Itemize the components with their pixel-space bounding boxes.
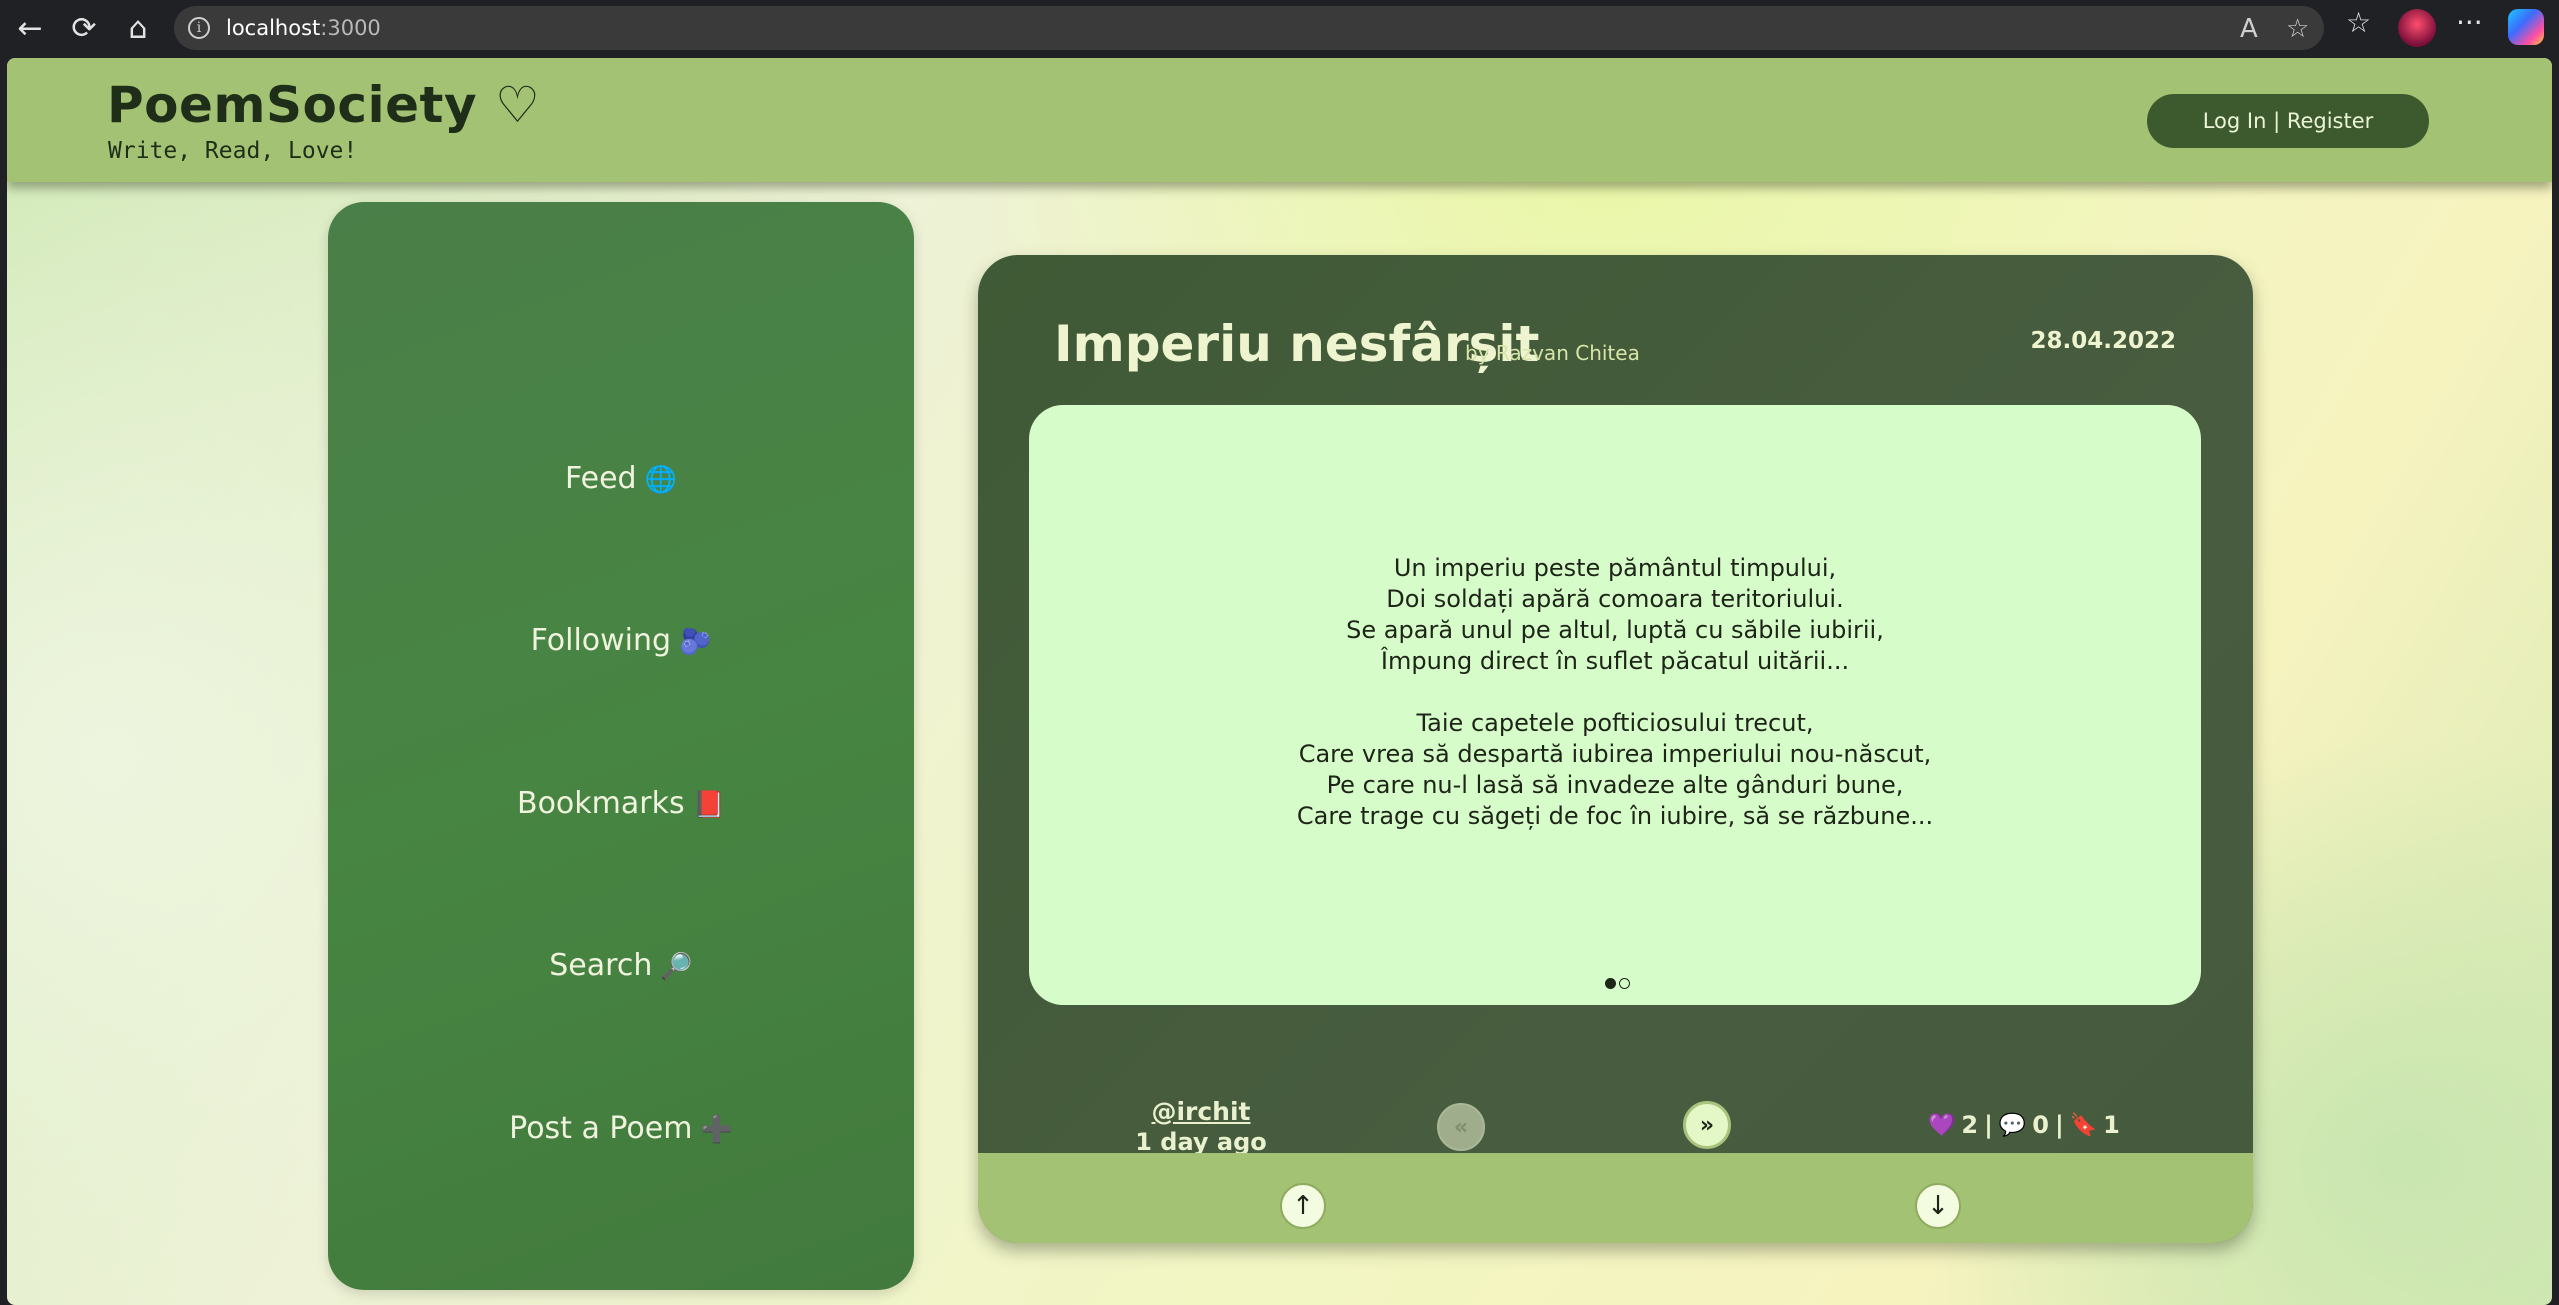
sidebar-item-feed[interactable]: Feed 🌐 [328, 461, 914, 496]
sidebar-item-label: Post a Poem [509, 1111, 693, 1146]
page-indicator [1605, 978, 1630, 989]
site-header: PoemSociety ♡ Write, Read, Love! Log In … [7, 58, 2552, 182]
sidebar-item-label: Bookmarks [517, 786, 685, 821]
poem-stats: 💜 2 | 💬 0 | 🔖 1 [1928, 1111, 2120, 1139]
browser-toolbar: ← ⟳ ⌂ i localhost:3000 A ☆ ☆ ··· [0, 0, 2559, 56]
sidebar-item-label: Feed [565, 461, 637, 496]
poem-text: Un imperiu peste pământul timpului, Doi … [1029, 553, 2201, 863]
blueberries-icon: 🫐 [679, 627, 712, 657]
heart-icon[interactable]: 💜 [1928, 1113, 1955, 1138]
likes-count: 2 [1961, 1111, 1979, 1139]
previous-poem-button[interactable]: ↑ [1280, 1183, 1326, 1229]
card-footer: ↑ ↓ [978, 1153, 2253, 1243]
author-handle-link[interactable]: @irchit [1096, 1097, 1306, 1126]
poem-line: Doi soldați apără comoara teritoriului. [1386, 585, 1844, 613]
globe-icon: 🌐 [644, 465, 677, 495]
sidebar-item-bookmarks[interactable]: Bookmarks 📕 [328, 786, 914, 821]
copilot-icon[interactable] [2508, 9, 2544, 45]
read-aloud-icon[interactable]: A [2240, 14, 2258, 44]
sidebar-item-label: Search [549, 948, 653, 983]
poem-stanza: Taie capetele pofticiosului trecut, Care… [1029, 708, 2201, 832]
poem-line: Un imperiu peste pământul timpului, [1393, 554, 1837, 582]
sidebar-item-following[interactable]: Following 🫐 [328, 623, 914, 658]
home-icon[interactable]: ⌂ [118, 8, 158, 48]
favorite-icon[interactable]: ☆ [2286, 14, 2309, 44]
poem-line: Care vrea să despartă iubirea imperiului… [1298, 740, 1932, 768]
page-dot-1[interactable] [1605, 978, 1616, 989]
poem-line: Pe care nu-l lasă să invadeze alte gându… [1326, 771, 1904, 799]
plus-icon: ➕ [700, 1115, 733, 1145]
poem-line: Care trage cu săgeți de foc în iubire, s… [1296, 802, 1934, 830]
prev-page-button[interactable]: « [1437, 1103, 1485, 1151]
sidebar-item-search[interactable]: Search 🔎 [328, 948, 914, 983]
next-page-button[interactable]: » [1683, 1101, 1731, 1149]
reload-icon[interactable]: ⟳ [64, 8, 104, 48]
address-bar[interactable]: i localhost:3000 A ☆ [174, 6, 2324, 50]
site-tagline: Write, Read, Love! [108, 138, 358, 164]
poem-content-box: Un imperiu peste pământul timpului, Doi … [1029, 405, 2201, 1005]
sidebar: Feed 🌐 Following 🫐 Bookmarks 📕 Search 🔎 Post… [328, 202, 914, 1290]
stats-separator: | [1984, 1111, 1993, 1139]
poem-stanza: Un imperiu peste pământul timpului, Doi … [1029, 553, 2201, 677]
page-dot-2[interactable] [1619, 978, 1630, 989]
avatar[interactable] [2398, 9, 2436, 47]
bookmarks-count: 1 [2103, 1111, 2120, 1139]
stats-separator: | [2054, 1111, 2064, 1139]
poem-author: by Razvan Chitea [1465, 341, 1640, 365]
poem-line: Împung direct în suflet păcatul uitării.… [1380, 647, 1850, 675]
login-register-button[interactable]: Log In | Register [2147, 94, 2429, 148]
back-icon[interactable]: ← [10, 8, 50, 48]
info-icon[interactable]: i [188, 17, 210, 39]
favorites-bar-icon[interactable]: ☆ [2346, 6, 2371, 39]
bookmark-icon[interactable]: 🔖 [2070, 1113, 2097, 1138]
poem-line: Se apară unul pe altul, luptă cu săbile … [1346, 616, 1884, 644]
url-text: localhost:3000 [226, 16, 381, 40]
next-poem-button[interactable]: ↓ [1915, 1183, 1961, 1229]
comments-count: 0 [2032, 1111, 2049, 1139]
sidebar-item-post[interactable]: Post a Poem ➕ [328, 1111, 914, 1146]
poem-date: 28.04.2022 [2030, 328, 2176, 354]
sidebar-item-label: Following [530, 623, 672, 658]
more-icon[interactable]: ··· [2456, 6, 2483, 39]
site-logo[interactable]: PoemSociety ♡ [107, 76, 540, 134]
book-icon: 📕 [692, 790, 725, 820]
posted-time: 1 day ago [1135, 1128, 1267, 1156]
poem-card: Imperiu nesfârșit by Razvan Chitea 28.04… [978, 255, 2253, 1243]
comment-icon[interactable]: 💬 [1999, 1113, 2026, 1138]
magnifier-icon: 🔎 [660, 952, 693, 982]
poem-line: Taie capetele pofticiosului trecut, [1416, 709, 1814, 737]
page-viewport: PoemSociety ♡ Write, Read, Love! Log In … [7, 58, 2552, 1305]
